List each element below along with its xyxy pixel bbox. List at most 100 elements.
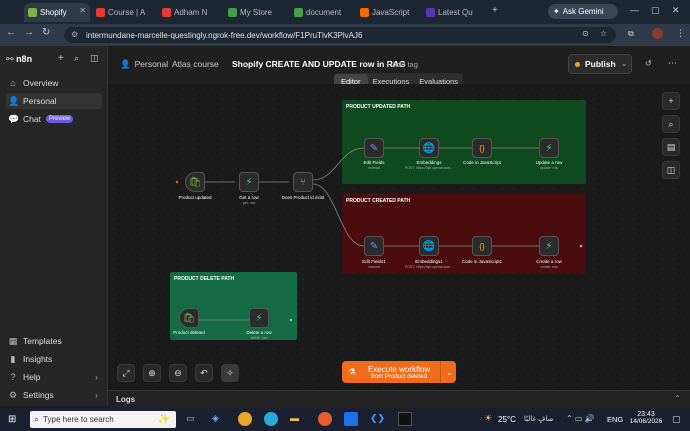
zoom-out-icon[interactable]: ⊖	[169, 364, 187, 382]
user-icon: 👤	[8, 95, 20, 106]
edit-icon: ✎	[369, 142, 379, 154]
supabase-icon: ⚡	[245, 176, 253, 188]
sidebar-item-insights[interactable]: ▮ Insights	[6, 351, 102, 367]
browser-tab[interactable]: document	[290, 3, 354, 22]
node-does-product-exist[interactable]: ⑂	[293, 172, 313, 192]
windows-icon[interactable]: ⊞	[8, 414, 16, 425]
notifications-icon[interactable]: ▢	[672, 414, 681, 425]
sticky-note-icon[interactable]: ▤	[662, 138, 680, 156]
cast-icon[interactable]: ⊙	[582, 29, 589, 38]
weather-temp[interactable]: 25°C	[498, 415, 516, 424]
outlook-icon[interactable]	[344, 412, 358, 426]
trigger-marker-icon	[175, 180, 179, 184]
n8n-logo[interactable]: ⚯ n8n	[6, 54, 32, 65]
breadcrumb-folder[interactable]: Atlas course	[172, 59, 219, 69]
sidebar-item-help[interactable]: ? Help ›	[6, 369, 102, 385]
menu-icon[interactable]: ⋮	[676, 28, 685, 39]
browser-tab[interactable]: JavaScript	[356, 3, 420, 22]
browser-tab[interactable]: Adham N	[158, 3, 222, 22]
node-label: Code in JavaScript	[463, 160, 501, 165]
zoom-in-icon[interactable]: ⊕	[143, 364, 161, 382]
search-icon[interactable]: ⌕	[74, 53, 79, 64]
edge-icon[interactable]	[264, 412, 278, 426]
close-window-icon[interactable]: ✕	[672, 5, 680, 16]
chevron-up-icon[interactable]: ⌃	[674, 394, 681, 403]
url-field[interactable]: ⚙ intermundane-marcelle-questingly.ngrok-…	[64, 27, 616, 43]
forward-icon[interactable]: →	[24, 27, 34, 38]
add-icon[interactable]: +	[58, 53, 64, 64]
undo-icon[interactable]: ↶	[195, 364, 213, 382]
node-edit-fields1[interactable]: ✎	[364, 236, 384, 256]
node-product-deleted[interactable]: 🛍	[179, 308, 199, 328]
maximize-icon[interactable]: ▢	[651, 5, 660, 16]
sidebar-item-chat[interactable]: 💬 Chat Preview	[6, 111, 102, 127]
browser-tab[interactable]: Shopify ✕	[24, 3, 90, 22]
fit-view-icon[interactable]: ⤢	[117, 364, 135, 382]
more-options-icon[interactable]: ⋯	[668, 58, 677, 69]
chevron-down-icon[interactable]: ⌄	[440, 361, 453, 383]
workflow-title[interactable]: Shopify CREATE AND UPDATE row in RAG	[232, 59, 406, 69]
browser-tab[interactable]: Course | A	[92, 3, 156, 22]
file-explorer-icon[interactable]: ▬	[290, 413, 299, 423]
browser-tab[interactable]: My Store	[224, 3, 288, 22]
tidy-up-icon[interactable]: ✧	[221, 364, 239, 382]
logs-panel[interactable]: Logs ⌃	[108, 390, 690, 408]
sidebar-item-personal[interactable]: 👤 Personal	[6, 93, 102, 109]
node-embeddings[interactable]: 🌐	[419, 138, 439, 158]
shopify-icon: 🛍	[188, 176, 202, 188]
node-update-row[interactable]: ⚡	[539, 138, 559, 158]
firefox-icon[interactable]	[318, 412, 332, 426]
node-product-updated[interactable]: 🛍	[185, 172, 205, 192]
node-label: Does Product id exist	[281, 195, 325, 200]
ask-gemini-button[interactable]: ✦ Ask Gemini	[548, 4, 618, 19]
language-indicator[interactable]: ENG	[607, 415, 623, 424]
node-create-row[interactable]: ⚡	[539, 236, 559, 256]
node-label: Get a row	[239, 195, 259, 200]
node-edit-fields[interactable]: ✎	[364, 138, 384, 158]
publish-button[interactable]: Publish ⌄	[568, 54, 632, 74]
collapse-sidebar-icon[interactable]: ◫	[90, 53, 99, 64]
reload-icon[interactable]: ↻	[42, 27, 50, 38]
search-icon[interactable]: ⌕	[662, 115, 680, 133]
system-tray-icons[interactable]: ⌃ ▭ 🔊	[566, 414, 595, 423]
node-code-js[interactable]: {}	[472, 138, 492, 158]
taskbar: ⊞ ⌕ Type here to search ✨ ▭ ◈ ▬ ❮❯ ☀ 25°C …	[0, 408, 690, 431]
history-icon[interactable]: ↺	[645, 59, 652, 68]
node-delete-row[interactable]: ⚡	[249, 308, 269, 328]
panel-icon[interactable]: ◫	[662, 161, 680, 179]
tab-favicon	[162, 8, 171, 17]
node-label: Embeddings1	[415, 259, 443, 264]
new-tab-icon[interactable]: +	[492, 5, 498, 16]
avatar[interactable]	[652, 28, 663, 39]
sidebar-item-overview[interactable]: ⌂ Overview	[6, 75, 102, 91]
sidebar-item-templates[interactable]: ▦ Templates	[6, 333, 102, 349]
clock[interactable]: 23:43 14/06/2026	[628, 411, 664, 425]
vscode-icon[interactable]: ❮❯	[370, 413, 385, 424]
add-tag-button[interactable]: + Add tag	[386, 60, 418, 69]
breadcrumb[interactable]: 👤 Personal	[120, 59, 168, 70]
site-info-icon[interactable]: ⚙	[71, 30, 78, 39]
star-icon[interactable]: ☆	[600, 29, 607, 38]
add-node-icon[interactable]: +	[662, 92, 680, 110]
close-icon[interactable]: ✕	[79, 6, 86, 15]
minimize-icon[interactable]: —	[630, 5, 639, 15]
templates-icon: ▦	[8, 335, 18, 346]
workflow-canvas[interactable]: PRODUCT UPDATED PATH PRODUCT CREATED PAT…	[108, 84, 690, 390]
search-input[interactable]: ⌕ Type here to search ✨	[30, 411, 176, 428]
terminal-icon[interactable]	[398, 412, 412, 426]
copilot-icon[interactable]: ◈	[212, 413, 219, 424]
browser-tab[interactable]: Latest Qu	[422, 3, 486, 22]
chrome-icon[interactable]	[238, 412, 252, 426]
node-code-js1[interactable]: {}	[472, 236, 492, 256]
task-view-icon[interactable]: ▭	[186, 413, 195, 424]
extensions-icon[interactable]: ⧉	[628, 29, 634, 39]
chevron-down-icon[interactable]: ⌄	[621, 60, 627, 68]
sidebar: ⚯ n8n + ⌕ ◫ ⌂ Overview 👤 Personal 💬 Chat Pre…	[0, 46, 108, 406]
home-icon: ⌂	[10, 78, 16, 88]
node-get-row[interactable]: ⚡	[239, 172, 259, 192]
output-handle-icon	[579, 244, 583, 248]
back-icon[interactable]: ←	[6, 27, 16, 38]
node-embeddings1[interactable]: 🌐	[419, 236, 439, 256]
execute-workflow-button[interactable]: ⚗ Execute workflow from Product deleted …	[342, 361, 456, 383]
sidebar-item-settings[interactable]: ⚙ Settings ›	[6, 387, 102, 403]
